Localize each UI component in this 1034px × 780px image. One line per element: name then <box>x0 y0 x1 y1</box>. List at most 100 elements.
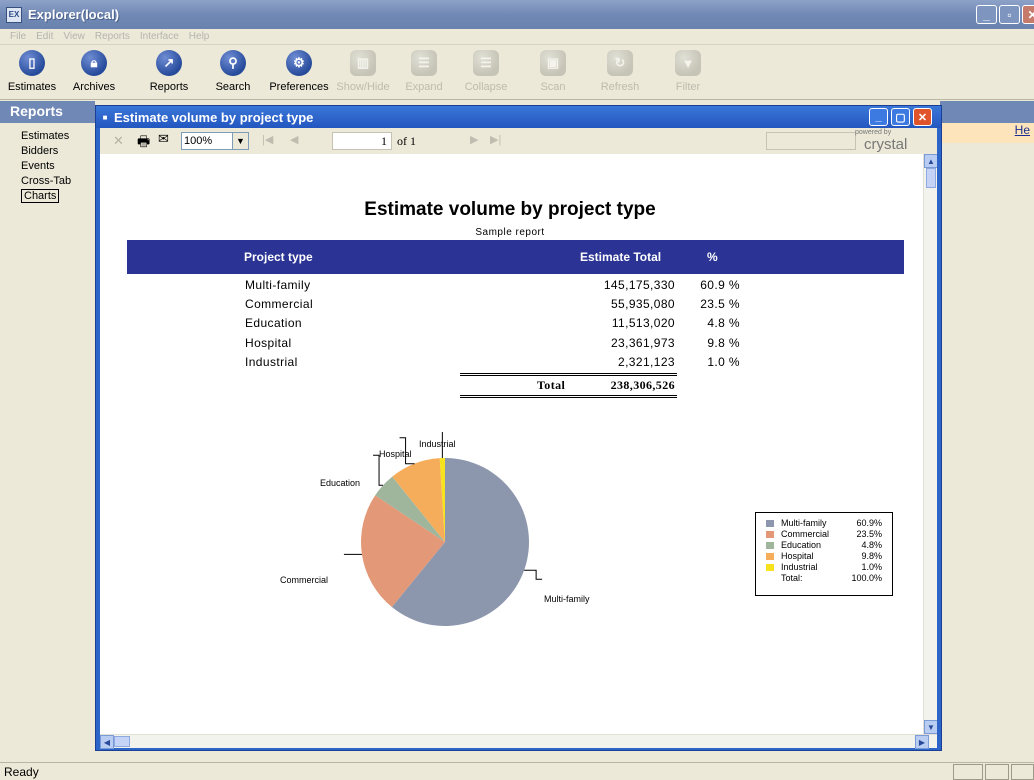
menu-interface[interactable]: Interface <box>140 31 179 42</box>
chevron-down-icon[interactable]: ▼ <box>232 133 248 149</box>
report-minimize-button[interactable]: _ <box>869 108 888 126</box>
print-icon[interactable]: 🖶︎ <box>137 131 150 155</box>
report-window-title: Estimate volume by project type <box>114 109 314 125</box>
collapse-icon: ☰ <box>473 50 499 76</box>
toolbar-collapse-button[interactable]: ☰ Collapse <box>451 50 521 93</box>
toolbar-label: Reports <box>149 81 189 93</box>
legend-value: 4.8% <box>861 540 882 550</box>
first-page-icon[interactable]: |◀ <box>262 133 273 146</box>
reports-panel-header: Reports <box>0 101 95 123</box>
legend-name: Hospital <box>781 551 814 561</box>
window-icon: ■ <box>102 112 108 122</box>
toolbar-scan-button[interactable]: ▣ Scan <box>518 50 588 93</box>
legend-total-value: 100.0% <box>851 573 882 583</box>
menu-view[interactable]: View <box>63 31 85 42</box>
toolbar-label: Collapse <box>464 81 508 93</box>
toolbar-filter-button[interactable]: ▼ Filter <box>653 50 723 93</box>
close-view-icon[interactable]: ✕ <box>113 133 124 149</box>
reports-item-label: Cross-Tab <box>21 175 72 187</box>
minimize-button[interactable]: _ <box>976 5 997 24</box>
toolbar-refresh-button[interactable]: ↻ Refresh <box>585 50 655 93</box>
close-button[interactable]: ✕ <box>1022 5 1034 24</box>
reports-item-label: Charts <box>21 189 60 203</box>
main-toolbar: ▯ Estimates 🔒︎ Archives ↗ Reports ⚲ Sear… <box>0 46 1034 100</box>
status-pane <box>985 764 1009 780</box>
status-pane <box>953 764 983 780</box>
legend-name: Industrial <box>781 562 818 572</box>
report-window: ■ Estimate volume by project type _ ▢ ✕ … <box>95 105 942 751</box>
legend-total-label: Total: <box>781 573 803 583</box>
panel-icon: ▥ <box>350 50 376 76</box>
menu-reports[interactable]: Reports <box>95 31 130 42</box>
menu-file[interactable]: File <box>10 31 26 42</box>
reports-panel: Reports Estimates Bidders Events Cross-T… <box>0 101 95 761</box>
magnifier-icon: ⚲ <box>220 50 246 76</box>
legend-swatch <box>766 542 774 549</box>
legend-entry: Multi-family 60.9% <box>766 518 892 529</box>
scroll-down-button[interactable]: ▼ <box>924 720 937 734</box>
report-canvas: Estimate volume by project type Sample r… <box>100 154 937 734</box>
document-icon: ▯ <box>19 50 45 76</box>
reports-item-label: Bidders <box>21 145 59 157</box>
status-bar: Ready <box>0 762 1034 780</box>
legend-name: Multi-family <box>781 518 827 528</box>
reports-item-events[interactable]: Events <box>0 159 95 174</box>
vertical-scroll-thumb[interactable] <box>926 168 936 188</box>
powered-by-text: powered by <box>855 129 892 136</box>
toolbar-label: Filter <box>675 81 701 93</box>
chart-legend: Multi-family 60.9% Commercial 23.5% Educ… <box>755 512 893 596</box>
help-link[interactable]: He <box>1015 123 1030 137</box>
toolbar-expand-button[interactable]: ☰ Expand <box>389 50 459 93</box>
reports-item-label: Estimates <box>21 130 70 142</box>
page-number-input[interactable]: 1 <box>332 132 392 150</box>
toolbar-label: Show/Hide <box>336 81 390 93</box>
toolbar-archives-button[interactable]: 🔒︎ Archives <box>59 50 129 93</box>
report-maximize-button[interactable]: ▢ <box>891 108 910 126</box>
scroll-left-button[interactable]: ◀ <box>100 735 114 749</box>
report-close-button[interactable]: ✕ <box>913 108 932 126</box>
menu-edit[interactable]: Edit <box>36 31 53 42</box>
toolbar-reports-button[interactable]: ↗ Reports <box>134 50 204 93</box>
reports-item-crosstab[interactable]: Cross-Tab <box>0 174 95 189</box>
maximize-button[interactable]: ▫ <box>999 5 1020 24</box>
scroll-up-button[interactable]: ▲ <box>924 154 937 168</box>
vertical-scrollbar[interactable]: ▲ ▼ <box>923 154 937 734</box>
previous-page-icon[interactable]: ◀ <box>290 133 298 146</box>
search-text-input[interactable] <box>766 132 856 150</box>
reports-item-estimates[interactable]: Estimates <box>0 129 95 144</box>
toolbar-label: Search <box>215 81 251 93</box>
pie-chart <box>343 432 543 626</box>
reports-item-charts[interactable]: Charts <box>0 189 95 204</box>
toolbar-showhide-button[interactable]: ▥ Show/Hide <box>328 50 398 93</box>
report-window-title-bar: ■ Estimate volume by project type _ ▢ ✕ <box>96 106 941 128</box>
expand-icon: ☰ <box>411 50 437 76</box>
toolbar-search-button[interactable]: ⚲ Search <box>198 50 268 93</box>
legend-name: Education <box>781 540 822 550</box>
last-page-icon[interactable]: ▶| <box>490 133 501 146</box>
legend-entry: Education 4.8% <box>766 540 892 551</box>
toolbar-label: Expand <box>405 81 443 93</box>
next-page-icon[interactable]: ▶ <box>470 133 478 146</box>
toolbar-estimates-button[interactable]: ▯ Estimates <box>0 50 67 93</box>
status-text: Ready <box>4 765 39 779</box>
gears-icon: ⚙ <box>286 50 312 76</box>
export-icon[interactable]: ✉︎ <box>158 131 169 147</box>
legend-value: 1.0% <box>861 562 882 572</box>
legend-value: 9.8% <box>861 551 882 561</box>
toolbar-preferences-button[interactable]: ⚙ Preferences <box>264 50 334 93</box>
horizontal-scroll-thumb[interactable] <box>114 736 130 747</box>
chart-icon: ↗ <box>156 50 182 76</box>
menu-help[interactable]: Help <box>189 31 210 42</box>
toolbar-label: Estimates <box>7 81 57 93</box>
right-panel-header <box>940 101 1034 123</box>
pie-leader-line <box>524 569 543 580</box>
zoom-select[interactable]: 100% ▼ <box>181 132 249 150</box>
app-title-bar: EX Explorer(local) _ ▫ ✕ <box>0 0 1034 29</box>
reports-item-bidders[interactable]: Bidders <box>0 144 95 159</box>
toolbar-label: Scan <box>540 81 566 93</box>
zoom-value: 100% <box>184 135 213 147</box>
legend-name: Commercial <box>781 529 830 539</box>
scroll-right-button[interactable]: ▶ <box>915 735 929 749</box>
horizontal-scrollbar[interactable]: ◀ ▶ <box>100 734 937 749</box>
toolbar-label: Preferences <box>269 81 329 93</box>
